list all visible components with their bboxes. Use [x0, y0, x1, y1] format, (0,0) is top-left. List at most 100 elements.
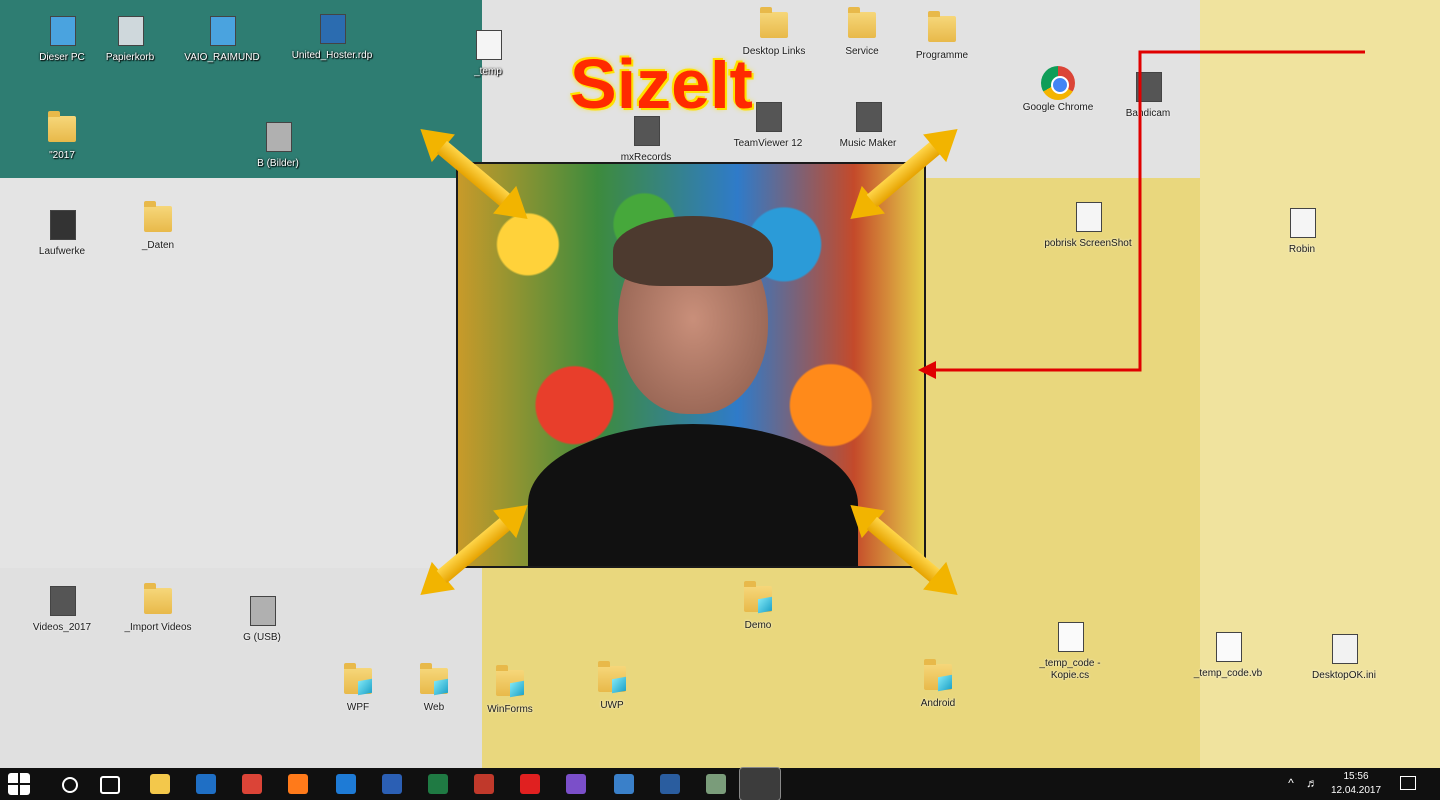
- folder-icon: [138, 580, 178, 620]
- code-icon: [1050, 616, 1090, 656]
- taskbar-excel-icon[interactable]: [428, 774, 448, 794]
- desktop-icon-label: Bandicam: [1125, 108, 1171, 119]
- desktop-icon[interactable]: _temp: [440, 24, 536, 78]
- desktop-icon-label: Demo: [744, 620, 772, 631]
- app-icon: [1128, 66, 1168, 106]
- desktop-icon-label: DesktopOK.ini: [1312, 670, 1376, 681]
- desktop-icon-label: _temp_code - Kopie.cs: [1039, 658, 1101, 681]
- headline: SizeIt: [570, 45, 753, 123]
- taskbar-word-icon[interactable]: [382, 774, 402, 794]
- desktop-icon-label: Papierkorb: [105, 52, 155, 63]
- desktop-icon-label: Programme: [915, 50, 969, 61]
- folder-icon: [842, 4, 882, 44]
- desktop-icon-label: Videos_2017: [32, 622, 92, 633]
- desktop-icon[interactable]: pobrisk ScreenShot: [1040, 196, 1136, 250]
- desktop-icon-label: Web: [423, 702, 445, 713]
- taskbar-task-view-icon[interactable]: [100, 776, 120, 794]
- folder-icon: [754, 4, 794, 44]
- desktop-icon[interactable]: _temp_code - Kopie.cs: [1022, 616, 1118, 682]
- tray-chevron-icon[interactable]: ^: [1284, 777, 1298, 789]
- desktop-icon-label: Laufwerke: [38, 246, 86, 257]
- taskbar-monitor-icon[interactable]: [706, 774, 726, 794]
- desktop-icon-label: WPF: [346, 702, 370, 713]
- taskbar-app-icon[interactable]: [474, 774, 494, 794]
- desktop-icon[interactable]: United_Hoster.rdp: [284, 8, 380, 62]
- desktop-icon[interactable]: DesktopOK.ini: [1296, 628, 1392, 682]
- app-icon: [848, 96, 888, 136]
- desktop-icon[interactable]: Music Maker: [820, 96, 916, 150]
- desktop-icon[interactable]: Papierkorb: [82, 10, 178, 64]
- desktop-icon-label: _Import Videos: [124, 622, 192, 633]
- desktop-icon[interactable]: Videos_2017: [14, 580, 110, 634]
- desktop-icon-label: UWP: [600, 700, 624, 711]
- taskbar-chrome-icon[interactable]: [242, 774, 262, 794]
- folder3d-icon: [338, 660, 378, 700]
- taskbar-firefox-icon[interactable]: [288, 774, 308, 794]
- desktop-icon[interactable]: WinForms: [462, 662, 558, 716]
- desktop-icon-label: TeamViewer 12: [733, 138, 803, 149]
- desktop-icon-label: G (USB): [243, 632, 281, 643]
- desktop-icon[interactable]: B (Bilder): [230, 116, 326, 170]
- desktop-icon[interactable]: "2017: [14, 108, 110, 162]
- desktop-icon-label: _Daten: [141, 240, 175, 251]
- desktop-icon[interactable]: Bandicam: [1100, 66, 1196, 120]
- desktop-icon[interactable]: Google Chrome: [1010, 66, 1106, 114]
- bin-icon: [110, 10, 150, 50]
- desktop-icon[interactable]: _Import Videos: [110, 580, 206, 634]
- taskbar-network-icon[interactable]: [614, 774, 634, 794]
- clock-date[interactable]: 12.04.2017: [1326, 785, 1386, 797]
- taskbar-visual-studio-icon[interactable]: [566, 774, 586, 794]
- folder3d-icon: [414, 660, 454, 700]
- file-icon: [468, 24, 508, 64]
- desktop-icon-label: _temp_code.vb: [1193, 668, 1263, 679]
- rdp-icon: [312, 8, 352, 48]
- taskbar-explorer-icon[interactable]: [150, 774, 170, 794]
- server-icon: [42, 204, 82, 244]
- notifications-icon[interactable]: [1400, 776, 1416, 790]
- pc-icon: [202, 10, 242, 50]
- folder3d-icon: [738, 578, 778, 618]
- app-icon: [42, 580, 82, 620]
- taskbar-outlook-icon[interactable]: [196, 774, 216, 794]
- desktop-icon-label: WinForms: [487, 704, 533, 715]
- taskbar: ^ ♬ 15:56 12.04.2017: [0, 767, 1440, 800]
- desktop-icon[interactable]: _temp_code.vb: [1180, 626, 1276, 680]
- desktop-icon-label: Service: [845, 46, 879, 57]
- person-hair: [613, 216, 773, 286]
- ini-icon: [1324, 628, 1364, 668]
- clock-time[interactable]: 15:56: [1326, 771, 1386, 783]
- desktop-icon-label: "2017: [49, 150, 75, 161]
- desktop-icon-label: _temp: [474, 66, 502, 77]
- desktop-icon-label: B (Bilder): [257, 158, 299, 169]
- taskbar-record-icon[interactable]: [520, 774, 540, 794]
- taskbar-active-app-icon[interactable]: [739, 767, 781, 800]
- drive-icon: [258, 116, 298, 156]
- desktop-icon[interactable]: VAIO_RAIMUND: [174, 10, 270, 64]
- folder-icon: [138, 198, 178, 238]
- desktop-icon[interactable]: Demo: [710, 578, 806, 632]
- file-icon: [1068, 196, 1108, 236]
- taskbar-search-icon[interactable]: [62, 777, 78, 793]
- desktop-icon[interactable]: G (USB): [214, 590, 310, 644]
- desktop-icon[interactable]: UWP: [564, 658, 660, 712]
- file-icon: [1282, 202, 1322, 242]
- desktop-icon[interactable]: Laufwerke: [14, 204, 110, 258]
- code-icon: [1208, 626, 1248, 666]
- desktop-icon-label: Android: [920, 698, 956, 709]
- taskbar-edit-icon[interactable]: [660, 774, 680, 794]
- taskbar-edge-icon[interactable]: [336, 774, 356, 794]
- desktop-icon-label: Robin: [1288, 244, 1316, 255]
- desktop-icon-label: Dieser PC: [39, 52, 85, 63]
- desktop-icon[interactable]: Programme: [894, 8, 990, 62]
- desktop-icon[interactable]: _Daten: [110, 198, 206, 252]
- desktop-icon[interactable]: Robin: [1254, 202, 1350, 256]
- folder3d-icon: [592, 658, 632, 698]
- desktop-icon-label: United_Hoster.rdp: [291, 50, 373, 61]
- volume-icon[interactable]: ♬: [1304, 777, 1320, 789]
- folder-icon: [922, 8, 962, 48]
- taskbar-start-icon[interactable]: [8, 773, 30, 795]
- app-icon: [748, 96, 788, 136]
- desktop-icon[interactable]: Android: [890, 656, 986, 710]
- folder3d-icon: [918, 656, 958, 696]
- drive-icon: [242, 590, 282, 630]
